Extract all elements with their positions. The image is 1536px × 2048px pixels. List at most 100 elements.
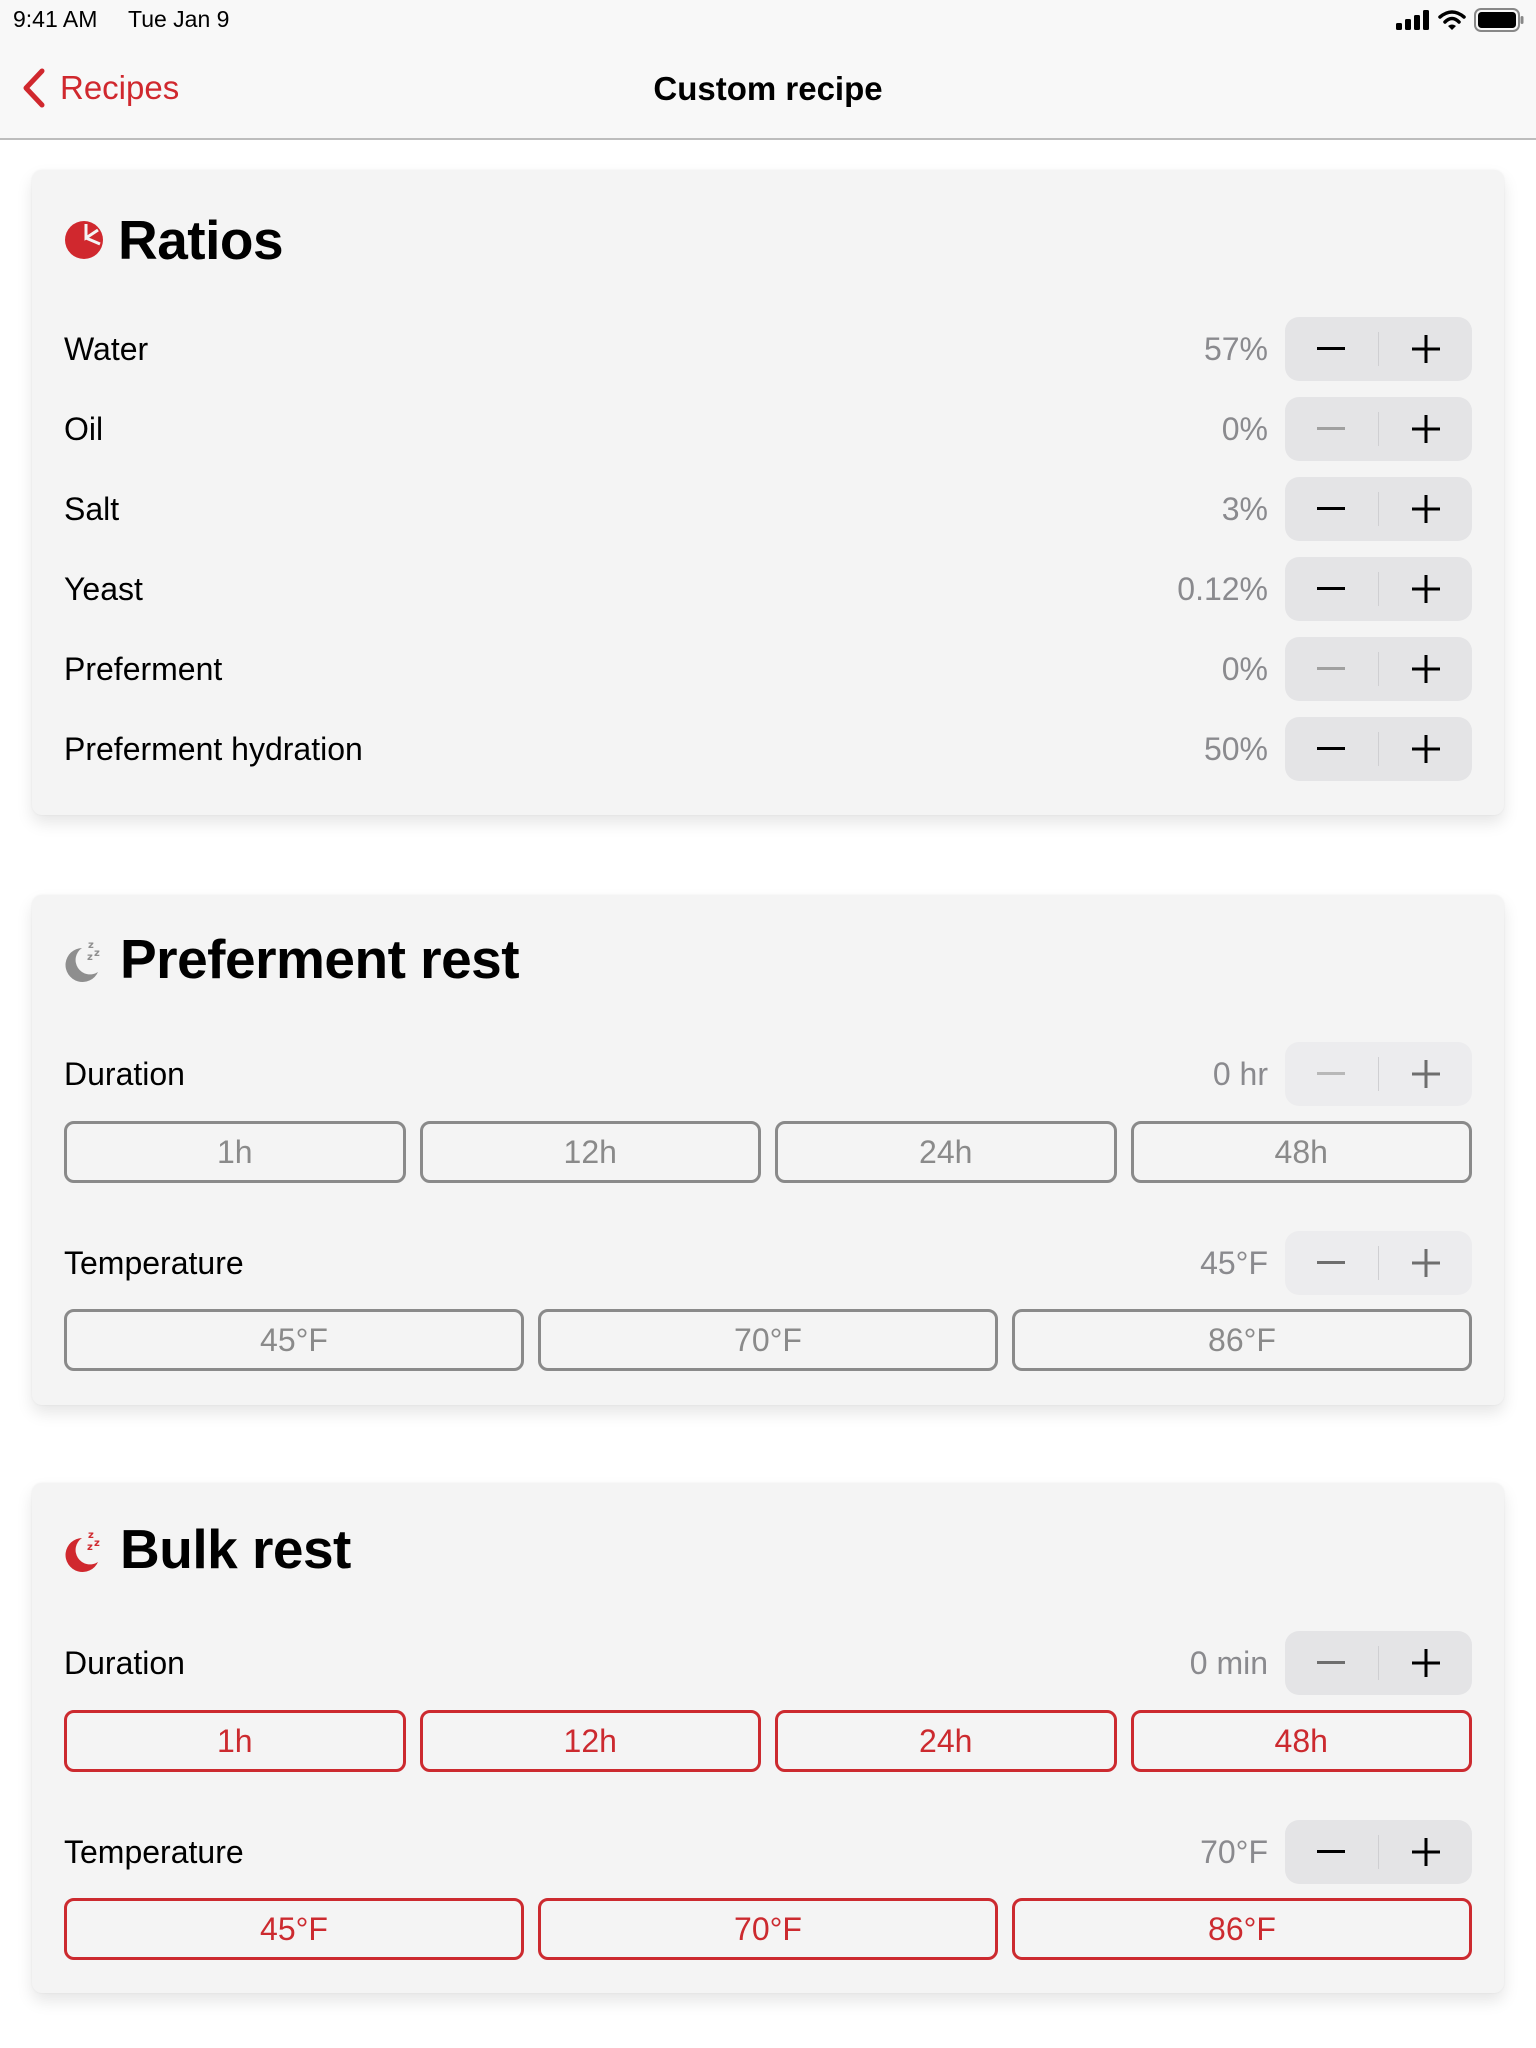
status-bar: 9:41 AM Tue Jan 9	[0, 0, 1536, 40]
ratio-row: Oil 0%	[64, 397, 1472, 461]
minus-icon	[1317, 747, 1346, 750]
ratio-stepper[interactable]	[1285, 717, 1472, 781]
plus-icon	[1411, 1249, 1440, 1277]
preset-24h-button[interactable]: 24h	[775, 1710, 1117, 1772]
sleep-moon-icon: z z z	[65, 1530, 100, 1572]
increment-button[interactable]	[1379, 477, 1472, 541]
ratios-card: Ratios Water 57% Oil 0% Salt 3% Yeast 0.12% Pref…	[32, 170, 1504, 815]
bulk-temperature-presets: 45°F 70°F 86°F	[64, 1898, 1472, 1960]
wifi-icon	[1438, 10, 1466, 30]
increment-button[interactable]	[1379, 317, 1472, 381]
plus-icon	[1411, 335, 1440, 363]
increment-button[interactable]	[1379, 717, 1472, 781]
ratio-value: 0%	[1221, 651, 1268, 687]
preferment-temperature-row: Temperature 45°F	[64, 1231, 1472, 1295]
plus-icon	[1411, 495, 1440, 523]
minus-icon	[1317, 587, 1346, 590]
preset-70f-button[interactable]: 70°F	[538, 1309, 998, 1371]
plus-icon	[1411, 575, 1440, 603]
ratio-value: 0%	[1221, 411, 1268, 447]
ratio-stepper[interactable]	[1285, 477, 1472, 541]
increment-button[interactable]	[1379, 397, 1472, 461]
ratio-label: Oil	[64, 411, 104, 447]
preferment-temperature-stepper[interactable]	[1285, 1231, 1472, 1295]
ratio-value: 0.12%	[1177, 571, 1268, 607]
preset-70f-button[interactable]: 70°F	[538, 1898, 998, 1960]
preferment-rest-card: z z z Preferment rest Duration 0 hr 1h 1…	[32, 895, 1504, 1405]
increment-button[interactable]	[1379, 1231, 1472, 1295]
bulk-duration-row: Duration 0 min	[64, 1631, 1472, 1695]
preferment-duration-stepper[interactable]	[1285, 1042, 1472, 1106]
ratio-label: Preferment hydration	[64, 731, 363, 767]
ratio-label: Water	[64, 331, 149, 367]
increment-button[interactable]	[1379, 637, 1472, 701]
preset-45f-button[interactable]: 45°F	[64, 1898, 524, 1960]
battery-icon	[1474, 8, 1524, 32]
plus-icon	[1411, 1060, 1440, 1088]
plus-icon	[1411, 1649, 1440, 1677]
preset-86f-button[interactable]: 86°F	[1012, 1898, 1472, 1960]
ratio-label: Preferment	[64, 651, 223, 687]
bulk-temperature-value: 70°F	[1200, 1834, 1268, 1870]
minus-icon	[1317, 667, 1346, 670]
decrement-button[interactable]	[1285, 317, 1378, 381]
minus-icon	[1317, 1072, 1346, 1075]
preset-1h-button[interactable]: 1h	[64, 1710, 406, 1772]
ratio-stepper[interactable]	[1285, 397, 1472, 461]
bulk-rest-card: z z z Bulk rest Duration 0 min 1h 12h 24…	[32, 1483, 1504, 1993]
increment-button[interactable]	[1379, 1820, 1472, 1884]
preset-48h-button[interactable]: 48h	[1130, 1121, 1472, 1183]
plus-icon	[1411, 415, 1440, 443]
plus-icon	[1411, 655, 1440, 683]
ratio-stepper[interactable]	[1285, 317, 1472, 381]
preferment-temperature-label: Temperature	[64, 1245, 244, 1281]
preset-12h-button[interactable]: 12h	[419, 1121, 761, 1183]
decrement-button[interactable]	[1285, 1820, 1378, 1884]
preferment-temperature-presets: 45°F 70°F 86°F	[64, 1309, 1472, 1371]
bulk-rest-title: Bulk rest	[120, 1518, 351, 1580]
pie-chart-icon	[65, 221, 103, 259]
decrement-button[interactable]	[1285, 477, 1378, 541]
preset-48h-button[interactable]: 48h	[1130, 1710, 1472, 1772]
preset-45f-button[interactable]: 45°F	[64, 1309, 524, 1371]
ratio-label: Salt	[64, 491, 120, 527]
status-date: Tue Jan 9	[128, 6, 230, 32]
ratio-row: Water 57%	[64, 317, 1472, 381]
bulk-temperature-label: Temperature	[64, 1834, 244, 1870]
decrement-button[interactable]	[1285, 637, 1378, 701]
bulk-duration-value: 0 min	[1189, 1645, 1268, 1681]
bulk-duration-label: Duration	[64, 1645, 185, 1681]
ratio-row: Preferment 0%	[64, 637, 1472, 701]
decrement-button[interactable]	[1285, 1231, 1378, 1295]
preset-86f-button[interactable]: 86°F	[1012, 1309, 1472, 1371]
increment-button[interactable]	[1379, 1042, 1472, 1106]
bulk-duration-presets: 1h 12h 24h 48h	[64, 1710, 1472, 1772]
preset-1h-button[interactable]: 1h	[64, 1121, 406, 1183]
decrement-button[interactable]	[1285, 717, 1378, 781]
preferment-rest-header: z z z Preferment rest	[64, 927, 520, 991]
page-title: Custom recipe	[653, 70, 883, 107]
increment-button[interactable]	[1379, 1631, 1472, 1695]
decrement-button[interactable]	[1285, 397, 1378, 461]
decrement-button[interactable]	[1285, 557, 1378, 621]
increment-button[interactable]	[1379, 557, 1472, 621]
svg-text:z: z	[87, 1542, 93, 1553]
decrement-button[interactable]	[1285, 1631, 1378, 1695]
bulk-duration-stepper[interactable]	[1285, 1631, 1472, 1695]
preset-12h-button[interactable]: 12h	[419, 1710, 761, 1772]
navigation-bar: Recipes Custom recipe	[0, 40, 1536, 140]
minus-icon	[1317, 1850, 1346, 1853]
preferment-duration-label: Duration	[64, 1056, 185, 1092]
ratio-stepper[interactable]	[1285, 557, 1472, 621]
preset-24h-button[interactable]: 24h	[775, 1121, 1117, 1183]
ratio-value: 3%	[1221, 491, 1268, 527]
bulk-temperature-row: Temperature 70°F	[64, 1820, 1472, 1884]
ratios-header: Ratios	[64, 208, 284, 272]
bulk-rest-header: z z z Bulk rest	[64, 1517, 351, 1581]
preferment-duration-value: 0 hr	[1212, 1056, 1268, 1092]
minus-icon	[1317, 427, 1346, 430]
ratio-stepper[interactable]	[1285, 637, 1472, 701]
decrement-button[interactable]	[1285, 1042, 1378, 1106]
ratio-row: Salt 3%	[64, 477, 1472, 541]
bulk-temperature-stepper[interactable]	[1285, 1820, 1472, 1884]
